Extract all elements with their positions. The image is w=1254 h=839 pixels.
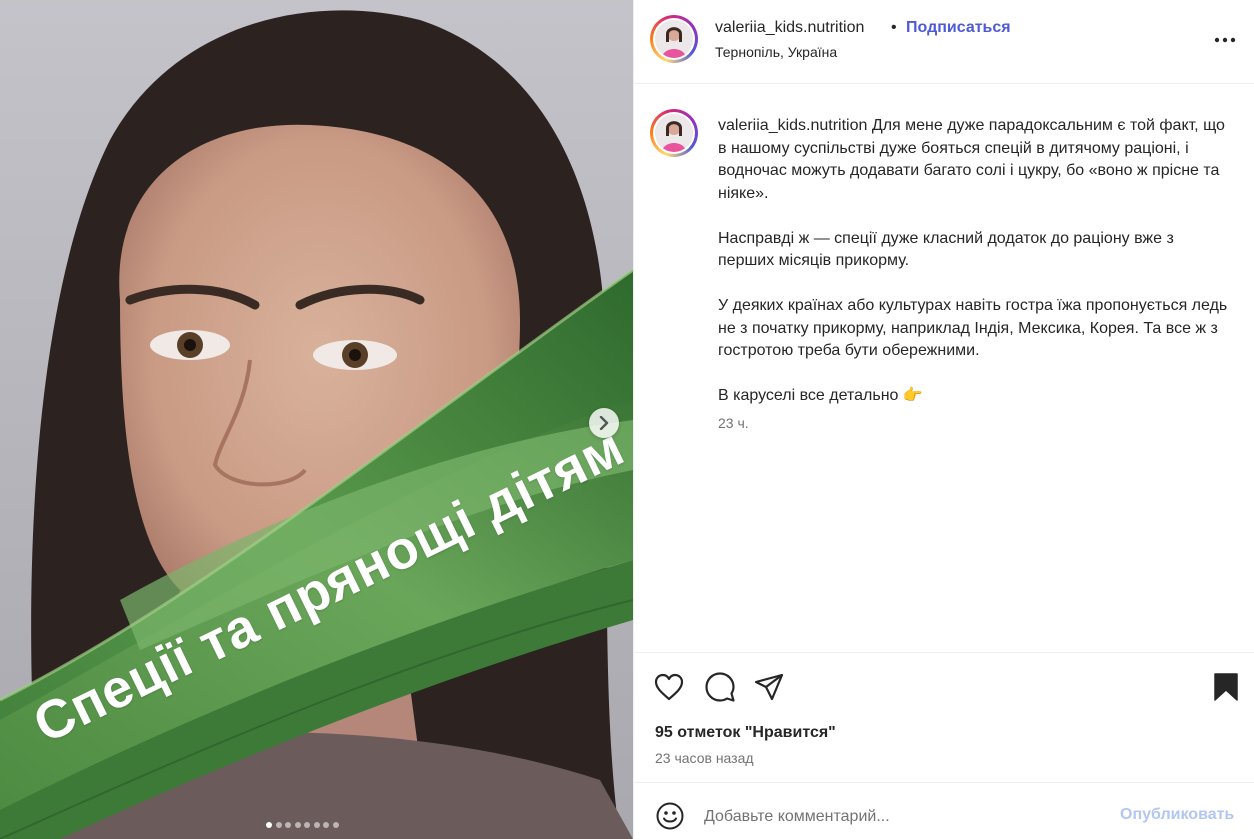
publish-button[interactable]: Опубликовать	[1120, 806, 1234, 824]
more-options-button[interactable]	[1209, 26, 1241, 54]
comment-button[interactable]	[704, 671, 736, 703]
avatar[interactable]	[650, 109, 698, 157]
carousel-indicator	[266, 822, 339, 828]
save-button[interactable]	[1210, 671, 1242, 703]
caption-paragraph: valeriia_kids.nutrition Для мене дуже па…	[718, 115, 1230, 205]
post-timestamp[interactable]: 23 часов назад	[655, 750, 754, 766]
caption-paragraph: В каруселі все детально 👉	[718, 387, 923, 404]
caption-timestamp[interactable]: 23 ч.	[718, 415, 749, 431]
avatar-image	[655, 114, 693, 152]
caption-paragraph: У деяких країнах або культурах навіть го…	[718, 297, 1228, 359]
post-actions: 95 отметок "Нравится" 23 часов назад	[634, 652, 1254, 782]
separator-dot: •	[891, 19, 897, 36]
comment-bar: Опубликовать	[634, 782, 1254, 839]
bookmark-icon	[1214, 673, 1238, 701]
post-sidebar: valeriia_kids.nutrition • Подписаться Те…	[633, 0, 1254, 839]
comment-input[interactable]	[704, 805, 1104, 829]
carousel-dot	[332, 822, 339, 828]
post-location[interactable]: Тернопіль, Україна	[715, 44, 837, 60]
carousel-dot	[313, 822, 320, 828]
carousel-dot	[323, 822, 329, 828]
carousel-dot	[304, 822, 310, 828]
chevron-right-icon	[599, 416, 609, 430]
emoji-icon	[656, 802, 684, 830]
follow-button[interactable]: Подписаться	[906, 19, 1011, 37]
carousel-dot	[294, 822, 301, 828]
heart-icon	[654, 673, 684, 701]
carousel-dot	[285, 822, 291, 828]
carousel-dot	[266, 822, 272, 828]
post-caption: valeriia_kids.nutrition Для мене дуже па…	[718, 115, 1230, 430]
post-media[interactable]: Спеції та прянощі дітям	[0, 0, 633, 839]
avatar-border	[653, 112, 695, 154]
header-username[interactable]: valeriia_kids.nutrition	[715, 19, 864, 37]
caption-area: valeriia_kids.nutrition Для мене дуже па…	[634, 84, 1254, 652]
caption-username[interactable]: valeriia_kids.nutrition	[718, 117, 867, 134]
carousel-dot	[275, 822, 282, 828]
emoji-button[interactable]	[654, 800, 686, 832]
caption-paragraph: Насправді ж — спеції дуже класний додато…	[718, 229, 1174, 270]
share-button[interactable]	[753, 671, 785, 703]
avatar[interactable]	[650, 15, 698, 63]
carousel-next-button[interactable]	[589, 408, 619, 438]
post-header: valeriia_kids.nutrition • Подписаться Те…	[634, 0, 1254, 84]
avatar-image	[655, 20, 693, 58]
comment-icon	[705, 672, 735, 702]
like-button[interactable]	[653, 671, 685, 703]
share-icon	[754, 673, 784, 701]
more-horizontal-icon	[1214, 37, 1236, 43]
avatar-border	[653, 18, 695, 60]
likes-count[interactable]: 95 отметок "Нравится"	[655, 724, 836, 742]
